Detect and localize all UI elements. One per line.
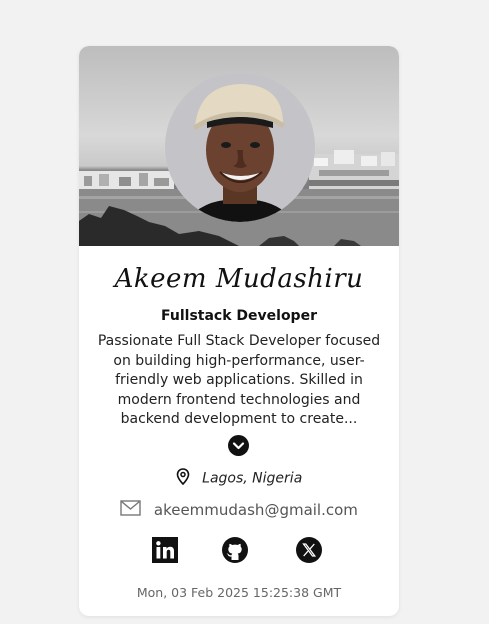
social-links — [79, 536, 399, 566]
profile-role: Fullstack Developer — [161, 308, 317, 324]
profile-card: Akeem Mudashiru Fullstack Developer Pass… — [79, 46, 399, 616]
profile-bio: Passionate Full Stack Developer focused … — [87, 332, 391, 430]
profile-email[interactable]: akeemmudash@gmail.com — [79, 500, 399, 520]
email-text: akeemmudash@gmail.com — [153, 501, 358, 519]
bio-line: modern frontend technologies and — [117, 391, 361, 408]
cover-image — [79, 46, 399, 246]
expand-bio-button[interactable] — [228, 435, 249, 456]
profile-name: Akeem Mudashiru — [114, 264, 364, 294]
avatar — [165, 72, 315, 222]
x-icon — [296, 537, 322, 563]
location-pin-icon — [176, 468, 190, 489]
chevron-down-icon — [232, 442, 245, 450]
bio-line: on building high-performance, user- — [113, 352, 365, 369]
bio-line: friendly web applications. Skilled in — [115, 372, 363, 388]
x-link[interactable] — [295, 536, 323, 564]
location-text: Lagos, Nigeria — [202, 470, 303, 487]
timestamp: Mon, 03 Feb 2025 15:25:38 GMT — [136, 585, 342, 600]
github-icon — [222, 537, 248, 563]
profile-location: Lagos, Nigeria — [79, 468, 399, 489]
bio-line: backend development to create... — [120, 411, 358, 427]
mail-icon — [120, 500, 141, 520]
github-link[interactable] — [221, 536, 249, 564]
avatar-portrait — [165, 72, 315, 222]
linkedin-icon — [152, 537, 178, 563]
bio-line: Passionate Full Stack Developer focused — [97, 333, 381, 349]
linkedin-link[interactable] — [151, 536, 179, 564]
